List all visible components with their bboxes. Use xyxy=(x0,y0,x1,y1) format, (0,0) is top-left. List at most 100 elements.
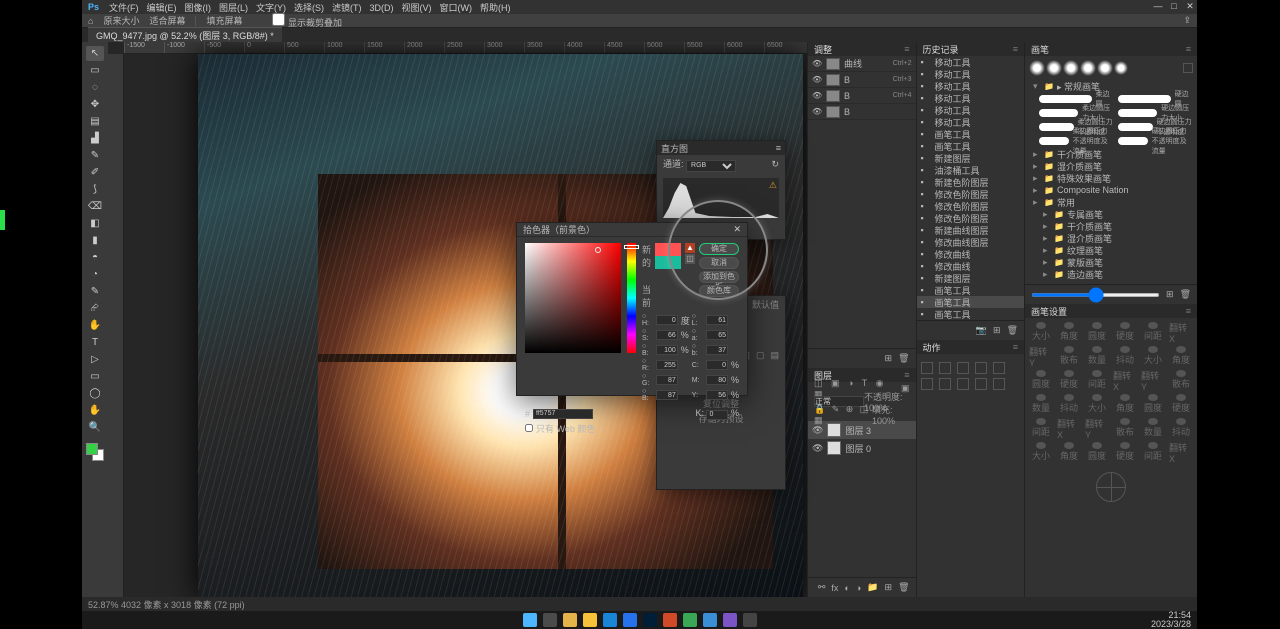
tab-brush-settings[interactable]: 画笔设置 xyxy=(1031,305,1067,318)
clone-source-icons[interactable] xyxy=(921,362,1021,374)
menu-item[interactable]: 3D(D) xyxy=(370,3,394,13)
g-input[interactable] xyxy=(656,375,678,385)
tool-button[interactable]: ▮ xyxy=(86,233,104,248)
brush-setting-cell[interactable]: 翻转 X xyxy=(1057,418,1081,438)
brush-preset-thumb[interactable] xyxy=(1114,61,1128,75)
brush-setting-cell[interactable]: 间距 xyxy=(1029,418,1053,438)
history-step[interactable]: ▪新建图层 xyxy=(917,152,1025,164)
brush-preset-row[interactable]: 柔边圆压力不透明度及流量硬边圆压力不透明度及流量 xyxy=(1029,134,1193,148)
minimize-button[interactable]: — xyxy=(1151,0,1165,12)
tab-brushes[interactable]: 画笔 xyxy=(1031,43,1049,56)
brush-preset-thumb[interactable] xyxy=(1097,60,1113,76)
brush-setting-cell[interactable]: 圆度 xyxy=(1085,322,1109,342)
visibility-icon[interactable]: 👁 xyxy=(812,443,823,454)
history-step[interactable]: ▪新建色阶图层 xyxy=(917,176,1025,188)
b2-input[interactable] xyxy=(656,390,678,400)
adjustment-row[interactable]: 👁曲线Ctrl+2 xyxy=(808,56,916,72)
tool-button[interactable]: ◧ xyxy=(86,216,104,231)
tool-button[interactable]: ▟ xyxy=(86,131,104,146)
brush-setting-cell[interactable]: 圆度 xyxy=(1141,394,1165,414)
web-only-checkbox[interactable] xyxy=(525,424,533,432)
tool-button[interactable]: ✋ xyxy=(86,318,104,333)
color-swatches[interactable] xyxy=(86,443,104,461)
brush-setting-cell[interactable]: 角度 xyxy=(1169,346,1193,366)
folder-icon[interactable]: 📁 xyxy=(867,582,878,593)
brush-setting-cell[interactable]: 翻转 Y xyxy=(1029,346,1053,366)
tool-button[interactable]: ◌ xyxy=(86,80,104,95)
fill-value[interactable]: 100% xyxy=(872,416,895,426)
visibility-icon[interactable]: 👁 xyxy=(812,425,823,436)
menu-item[interactable]: 图像(I) xyxy=(185,3,212,13)
trash-icon[interactable]: 🗑 xyxy=(1180,289,1191,300)
show-overlay-checkbox[interactable] xyxy=(272,13,285,26)
history-step[interactable]: ▪画笔工具 xyxy=(917,296,1025,308)
visibility-icon[interactable]: 👁 xyxy=(812,91,822,100)
adjustment-layer-icon[interactable]: ◑ xyxy=(856,583,861,593)
link-icon[interactable]: ⚯ xyxy=(818,582,826,593)
history-step[interactable]: ▪移动工具 xyxy=(917,104,1025,116)
menu-item[interactable]: 滤镜(T) xyxy=(332,3,362,13)
history-step[interactable]: ▪油漆桶工具 xyxy=(917,164,1025,176)
brush-preset-thumb[interactable] xyxy=(1029,60,1045,76)
brush-setting-cell[interactable]: 角度 xyxy=(1057,442,1081,462)
maximize-button[interactable]: □ xyxy=(1167,0,1181,12)
brush-setting-cell[interactable]: 翻转 Y xyxy=(1141,370,1165,390)
taskbar-icon[interactable] xyxy=(543,613,557,627)
brush-setting-cell[interactable]: 散布 xyxy=(1113,418,1137,438)
sv-marker[interactable] xyxy=(595,247,601,253)
s-input[interactable] xyxy=(656,330,678,340)
brush-setting-cell[interactable]: 散布 xyxy=(1057,346,1081,366)
brush-setting-cell[interactable]: 翻转 X xyxy=(1169,442,1193,462)
history-step[interactable]: ▪新建曲线图层 xyxy=(917,224,1025,236)
brush-subfolder[interactable]: ▸📁蒙版画笔 xyxy=(1039,256,1193,268)
tool-button[interactable]: ⮳ xyxy=(86,301,104,316)
history-step[interactable]: ▪修改曲线 xyxy=(917,248,1025,260)
camera-icon[interactable]: 📷 xyxy=(976,325,987,336)
system-clock[interactable]: 21:54 2023/3/28 xyxy=(1151,611,1191,629)
preset-value[interactable]: 默认值 xyxy=(752,298,779,311)
color-library-button[interactable]: 颜色库 xyxy=(699,285,739,297)
lab-b-input[interactable] xyxy=(706,345,728,355)
menu-item[interactable]: 文字(Y) xyxy=(256,3,286,13)
brush-setting-cell[interactable]: 抖动 xyxy=(1169,418,1193,438)
brush-setting-cell[interactable]: 散布 xyxy=(1169,370,1193,390)
tab-actions[interactable]: 动作 xyxy=(923,341,941,354)
menu-item[interactable]: 帮助(H) xyxy=(480,3,511,13)
brush-setting-cell[interactable]: 大小 xyxy=(1141,346,1165,366)
saturation-value-picker[interactable] xyxy=(525,243,621,353)
menu-item[interactable]: 视图(V) xyxy=(402,3,432,13)
tab-histogram[interactable]: 直方图 xyxy=(661,142,688,155)
grid-icon[interactable] xyxy=(1183,63,1193,73)
trash-icon[interactable]: 🗑 xyxy=(898,353,909,364)
warning-icon[interactable]: ⚠ xyxy=(769,180,777,191)
brush-subfolder[interactable]: ▸📁湿介质画笔 xyxy=(1039,232,1193,244)
history-step[interactable]: ▪移动工具 xyxy=(917,68,1025,80)
brush-setting-cell[interactable]: 抖动 xyxy=(1057,394,1081,414)
menu-item[interactable]: 图层(L) xyxy=(219,3,248,13)
home-icon[interactable]: ⌂ xyxy=(88,16,93,26)
taskbar-icon[interactable] xyxy=(623,613,637,627)
m-input[interactable] xyxy=(706,375,728,385)
tool-button[interactable]: 🔍 xyxy=(86,420,104,435)
brush-setting-cell[interactable]: 间距 xyxy=(1141,322,1165,342)
h-input[interactable] xyxy=(656,315,678,325)
close-button[interactable]: ✕ xyxy=(1183,0,1197,12)
tool-button[interactable]: ↖ xyxy=(86,46,104,61)
visibility-icon[interactable]: 👁 xyxy=(812,75,822,84)
brush-folder[interactable]: ▸📁Composite Nation xyxy=(1029,184,1193,196)
k-input[interactable] xyxy=(706,410,728,420)
history-step[interactable]: ▪移动工具 xyxy=(917,92,1025,104)
panel-menu-icon[interactable]: ≡ xyxy=(1186,44,1191,54)
brush-setting-cell[interactable]: 翻转 X xyxy=(1169,322,1193,342)
brush-folder[interactable]: ▸📁特殊效果画笔 xyxy=(1029,172,1193,184)
a-input[interactable] xyxy=(706,330,728,340)
clone-transform-icons[interactable] xyxy=(921,378,1021,390)
r-input[interactable] xyxy=(656,360,678,370)
brush-setting-cell[interactable]: 圆度 xyxy=(1085,442,1109,462)
adjustment-row[interactable]: 👁B xyxy=(808,104,916,120)
brush-setting-cell[interactable]: 翻转 X xyxy=(1113,370,1137,390)
adjustment-row[interactable]: 👁BCtrl+4 xyxy=(808,88,916,104)
websafe-warning-icon[interactable]: ◫ xyxy=(685,254,695,264)
refresh-icon[interactable]: ↻ xyxy=(771,159,779,170)
taskbar-icon[interactable] xyxy=(523,613,537,627)
